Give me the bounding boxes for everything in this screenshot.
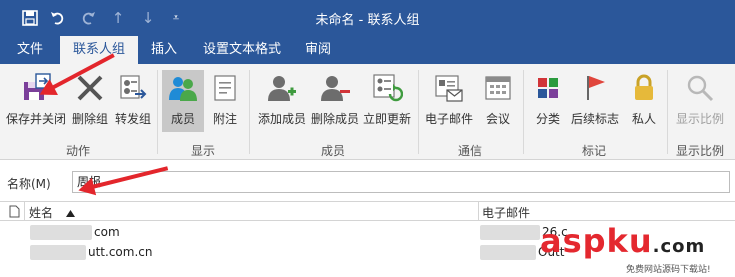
tab-file[interactable]: 文件 — [14, 36, 46, 64]
meeting-label: 会议 — [485, 112, 510, 126]
save-close-button[interactable]: 保存并关闭 — [4, 70, 68, 132]
ribbon: 保存并关闭 删除组 转发组 动作 成员 附注 显示 添加成员 删除成员 立即更新… — [0, 64, 735, 160]
email-button[interactable]: 电子邮件 — [423, 70, 475, 132]
column-separator — [24, 202, 25, 220]
column-header-email[interactable]: 电子邮件 — [482, 204, 530, 221]
lock-icon — [628, 72, 660, 104]
flag-icon — [579, 72, 611, 104]
follow-up-button[interactable]: 后续标志 — [568, 70, 622, 132]
zoom-button[interactable]: 显示比例 — [672, 70, 728, 132]
add-members-label: 添加成员 — [257, 112, 306, 126]
remove-member-icon — [319, 72, 351, 104]
column-header-name[interactable]: 姓名 — [29, 204, 53, 221]
group-label-zoom: 显示比例 — [675, 144, 724, 158]
members-view-label: 成员 — [170, 112, 195, 126]
blurred-name — [30, 245, 86, 260]
add-member-icon — [266, 72, 298, 104]
private-label: 私人 — [631, 112, 656, 126]
follow-up-label: 后续标志 — [570, 112, 619, 126]
notes-label: 附注 — [212, 112, 237, 126]
document-icon — [9, 205, 20, 221]
member-name: utt.com.cn — [88, 245, 153, 259]
members-table-header: 姓名 电子邮件 — [0, 201, 735, 221]
blurred-email — [480, 245, 536, 260]
zoom-label: 显示比例 — [675, 112, 724, 126]
update-now-button[interactable]: 立即更新 — [362, 70, 412, 132]
notes-icon — [209, 72, 241, 104]
watermark-tagline: 免费网站源码下载站! — [626, 265, 711, 275]
blurred-name — [30, 225, 92, 240]
watermark-brand: aspku — [540, 222, 653, 260]
tab-insert[interactable]: 插入 — [148, 36, 180, 64]
group-label-tags: 标记 — [581, 144, 606, 158]
magnifier-icon — [684, 72, 716, 104]
group-label-show: 显示 — [190, 144, 215, 158]
private-button[interactable]: 私人 — [626, 70, 662, 132]
remove-member-label: 删除成员 — [310, 112, 359, 126]
title-bar: ↑ ↓ ⩡ 未命名 - 联系人组 — [0, 0, 735, 36]
delete-group-label: 删除组 — [71, 112, 108, 126]
tab-review[interactable]: 审阅 — [302, 36, 334, 64]
member-name: com — [94, 225, 120, 239]
email-label: 电子邮件 — [424, 112, 473, 126]
meeting-button[interactable]: 会议 — [478, 70, 518, 132]
update-now-label: 立即更新 — [362, 112, 411, 126]
delete-x-icon — [74, 72, 106, 104]
name-input[interactable]: 周报 — [72, 171, 730, 193]
delete-group-button[interactable]: 删除组 — [70, 70, 110, 132]
categorize-label: 分类 — [535, 112, 560, 126]
forward-group-label: 转发组 — [114, 112, 151, 126]
email-icon — [433, 72, 465, 104]
notes-button[interactable]: 附注 — [206, 70, 244, 132]
forward-group-button[interactable]: 转发组 — [113, 70, 153, 132]
categorize-button[interactable]: 分类 — [528, 70, 568, 132]
members-icon — [167, 72, 199, 104]
watermark-logo: aspku.com — [540, 222, 705, 260]
tab-format-text[interactable]: 设置文本格式 — [200, 36, 284, 64]
add-members-button[interactable]: 添加成员 — [254, 70, 310, 132]
calendar-icon — [482, 72, 514, 104]
save-close-label: 保存并关闭 — [5, 112, 66, 126]
group-label-actions: 动作 — [65, 144, 90, 158]
watermark-tld: .com — [652, 236, 706, 257]
group-label-members: 成员 — [320, 144, 345, 158]
refresh-contacts-icon — [371, 72, 404, 104]
window-title: 未命名 - 联系人组 — [315, 13, 420, 28]
members-view-button[interactable]: 成员 — [162, 70, 204, 132]
remove-member-button[interactable]: 删除成员 — [310, 70, 360, 132]
ribbon-tabs: 文件 联系人组 插入 设置文本格式 审阅 — [0, 36, 735, 64]
forward-group-icon — [117, 72, 149, 104]
name-label: 名称(M) — [7, 177, 51, 191]
categorize-icon — [532, 72, 564, 104]
column-separator — [478, 202, 479, 220]
group-label-communicate: 通信 — [457, 144, 482, 158]
sort-ascending-icon — [66, 206, 75, 220]
blurred-email — [480, 225, 540, 240]
